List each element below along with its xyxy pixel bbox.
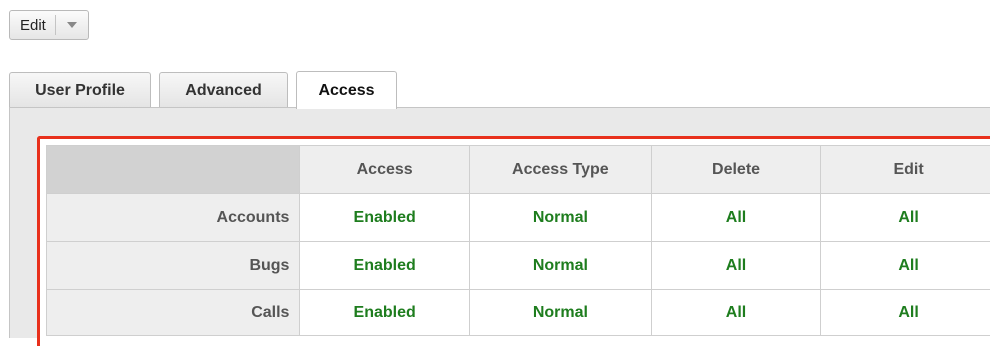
- caret-down-icon: [67, 22, 77, 28]
- tab-bar: User Profile Advanced Access: [9, 71, 405, 108]
- table-header-row: Access Access Type Delete Edit: [47, 146, 990, 194]
- header-corner-cell: [47, 146, 300, 194]
- row-label-bugs: Bugs: [47, 242, 300, 290]
- cell-edit: All: [821, 290, 990, 336]
- highlight-box: Access Access Type Delete Edit Accounts …: [37, 136, 990, 346]
- cell-delete: All: [651, 242, 820, 290]
- edit-button[interactable]: Edit: [10, 11, 55, 39]
- tab-user-profile[interactable]: User Profile: [9, 72, 151, 108]
- cell-edit: All: [821, 242, 990, 290]
- cell-access: Enabled: [300, 242, 469, 290]
- cell-access-type: Normal: [469, 194, 651, 242]
- column-header-delete: Delete: [651, 146, 820, 194]
- column-header-access: Access: [300, 146, 469, 194]
- column-header-access-type: Access Type: [469, 146, 651, 194]
- cell-access: Enabled: [300, 194, 469, 242]
- row-label-calls: Calls: [47, 290, 300, 336]
- cell-edit: All: [821, 194, 990, 242]
- cell-access-type: Normal: [469, 290, 651, 336]
- cell-access: Enabled: [300, 290, 469, 336]
- row-label-accounts: Accounts: [47, 194, 300, 242]
- column-header-edit: Edit: [821, 146, 990, 194]
- edit-dropdown-toggle[interactable]: [56, 11, 88, 39]
- access-table: Access Access Type Delete Edit Accounts …: [46, 145, 990, 336]
- tab-panel: Access Access Type Delete Edit Accounts …: [9, 107, 990, 338]
- cell-delete: All: [651, 194, 820, 242]
- cell-delete: All: [651, 290, 820, 336]
- tab-advanced[interactable]: Advanced: [159, 72, 288, 108]
- tab-access[interactable]: Access: [296, 71, 397, 109]
- table-row: Calls Enabled Normal All All: [47, 290, 990, 336]
- cell-access-type: Normal: [469, 242, 651, 290]
- table-row: Bugs Enabled Normal All All: [47, 242, 990, 290]
- edit-button-group: Edit: [9, 10, 89, 40]
- table-row: Accounts Enabled Normal All All: [47, 194, 990, 242]
